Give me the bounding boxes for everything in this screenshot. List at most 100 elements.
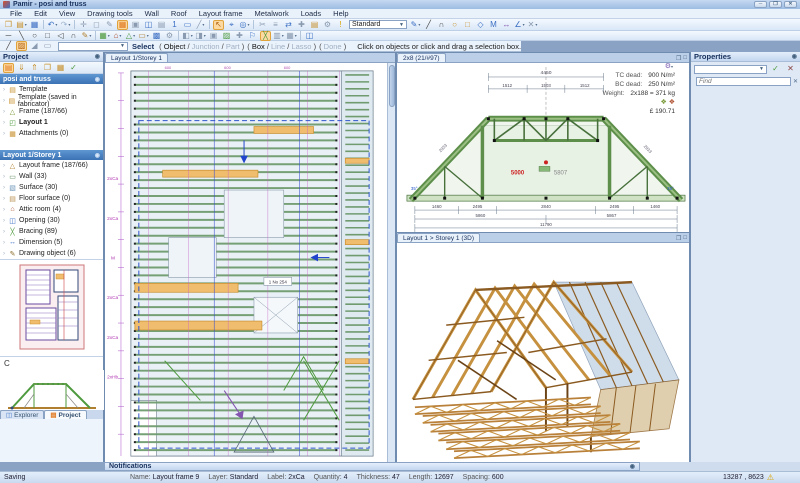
pin-icon[interactable]: ◉ <box>630 463 635 470</box>
tab-3d-view[interactable]: Layout 1 > Storey 1 (3D) <box>397 233 480 242</box>
edit-icon[interactable]: ✎ <box>104 20 115 30</box>
lock-right-icon[interactable]: ◨ ▾ <box>195 31 206 41</box>
section-header-0[interactable]: posi and truss ◉ <box>0 74 103 84</box>
tree-item-template-saved-in-fabricator[interactable]: › ▤ Template (saved in fabricator) <box>0 94 103 108</box>
standard-combo[interactable]: Standard ▼ <box>349 20 407 29</box>
truss-drawing-area[interactable]: 5000 5807 4450 1512 1503 1512 2933 2933 … <box>397 63 689 232</box>
pan-icon[interactable]: ✛ <box>78 20 89 30</box>
float-view-icon[interactable]: ❐ <box>676 55 681 62</box>
draw-circle-icon[interactable]: ○ <box>29 31 40 41</box>
new-template-icon[interactable]: ▤ <box>3 62 14 73</box>
layout-drawing-area[interactable]: 1 No 254 2xCa 2xCa M 2xCa 2xCa 2xHb 600 … <box>105 63 395 462</box>
vertical-scrollbar[interactable] <box>387 63 395 462</box>
prompt-option-object[interactable]: Object <box>164 42 186 51</box>
gear-icon[interactable]: ⚙▾ <box>665 63 673 70</box>
menu-roof[interactable]: Roof <box>165 9 193 18</box>
lamp-icon[interactable]: ! <box>335 20 346 30</box>
wall-tool-icon[interactable]: ▦ ▾ <box>99 31 110 41</box>
plan-thumbnail[interactable] <box>0 260 104 354</box>
close-button[interactable]: ✕ <box>784 1 797 8</box>
collapse-icon[interactable]: ◉ <box>95 76 100 83</box>
move-icon[interactable]: ⇄ <box>283 20 294 30</box>
tree-item-drawing-object-6[interactable]: › ✎ Drawing object (6) <box>0 248 103 259</box>
panel-tool-icon[interactable]: ▩ <box>151 31 162 41</box>
filter-combo[interactable]: ▼ <box>58 41 128 51</box>
arc-tool-icon[interactable]: ∩ <box>436 20 447 30</box>
page-number-icon[interactable]: 1 <box>169 20 180 30</box>
tree-item-frame-187-66[interactable]: › △ Frame (187/66) <box>0 106 103 117</box>
quick-line-icon[interactable]: ╱ <box>3 41 14 51</box>
image-icon[interactable]: ◫ <box>304 31 315 41</box>
list-icon[interactable]: ▦ <box>55 63 66 73</box>
stamp-icon[interactable]: ▣ <box>208 31 219 41</box>
flag-icon[interactable]: ⚐ <box>247 31 258 41</box>
new-document-icon[interactable]: ❒ <box>3 20 14 30</box>
tree-item-attachments-0[interactable]: › ▦ Attachments (0) <box>0 128 103 139</box>
tab-project[interactable]: ▤ Project <box>44 410 87 419</box>
slash-tool-icon[interactable]: ╱ ▾ <box>195 20 206 30</box>
eraser-tool-icon[interactable]: ✕ ▾ <box>527 20 538 30</box>
undo-icon[interactable]: ↶ ▾ <box>47 20 58 30</box>
select-pointer-icon[interactable]: ↖ <box>213 19 224 30</box>
prompt-option-box[interactable]: Box <box>252 42 265 51</box>
snap-icon[interactable]: ⌖ <box>226 20 237 30</box>
cut-icon[interactable]: ✂ <box>257 20 268 30</box>
tab-layout-storey[interactable]: Layout 1/Storey 1 <box>105 53 168 62</box>
tree-item-wall-33[interactable]: › ▭ Wall (33) <box>0 171 103 182</box>
sheet-icon[interactable]: ▤ <box>156 20 167 30</box>
draw-diagonal-icon[interactable]: ╲ <box>16 31 27 41</box>
draw-pen-icon[interactable]: ✎ ▾ <box>81 31 92 41</box>
save-icon[interactable]: ▦ <box>29 20 40 30</box>
menu-loads[interactable]: Loads <box>295 9 327 18</box>
tab-explorer[interactable]: ◫ Explorer <box>0 410 45 419</box>
zoom-icon[interactable]: ◎ ▾ <box>239 20 250 30</box>
monitor-icon[interactable]: ▭ <box>182 20 193 30</box>
draw-rect-icon[interactable]: □ <box>42 31 53 41</box>
beam-tool-icon[interactable]: ▭ ▾ <box>138 31 149 41</box>
bracing-tool-icon[interactable]: ╳ <box>260 30 271 41</box>
picture-icon[interactable]: ◫ <box>143 20 154 30</box>
tree-item-attic-room-4[interactable]: › ⌂ Attic room (4) <box>0 204 103 215</box>
line-tool-icon[interactable]: ╱ <box>423 20 434 30</box>
draw-triangle-icon[interactable]: ◁ <box>55 31 66 41</box>
corner-icon[interactable]: ◢ <box>29 41 40 51</box>
roof-tool-icon[interactable]: ⌂ ▾ <box>112 31 123 41</box>
polygon-tool-icon[interactable]: ◇ <box>475 20 486 30</box>
apply-check-icon[interactable]: ✓ <box>770 64 781 74</box>
zoom-extents-icon[interactable]: ◻ <box>91 20 102 30</box>
angle-tool-icon[interactable]: ∠ ▾ <box>514 20 525 30</box>
tree-item-layout-1[interactable]: › ◰ Layout 1 <box>0 117 103 128</box>
rect-tool-icon[interactable]: □ <box>462 20 473 30</box>
menu-metalwork[interactable]: Metalwork <box>249 9 295 18</box>
section-header-1[interactable]: Layout 1/Storey 1 ◉ <box>0 150 103 160</box>
fill-icon[interactable]: ▨ <box>221 31 232 41</box>
folder-icon[interactable]: ▤ <box>309 20 320 30</box>
export-icon[interactable]: ⇑ <box>29 63 40 73</box>
find-input[interactable] <box>696 77 791 86</box>
clear-search-icon[interactable]: ✕ <box>793 78 798 85</box>
menu-wall[interactable]: Wall <box>139 9 165 18</box>
cancel-icon[interactable]: ✕ <box>785 64 796 74</box>
scrollbar-thumb[interactable] <box>389 65 395 107</box>
cross-icon[interactable]: ✚ <box>234 31 245 41</box>
measure-icon[interactable]: ≡ <box>270 20 281 30</box>
tools-icon[interactable]: ⚙ <box>322 20 333 30</box>
fit-icon[interactable]: ✚ <box>296 20 307 30</box>
menu-help[interactable]: Help <box>327 9 354 18</box>
properties-combo[interactable]: ▼ <box>694 64 767 74</box>
tab-truss-frame[interactable]: 2x8 (21/#97) <box>397 53 446 62</box>
restore-button[interactable]: ❐ <box>769 1 782 8</box>
truss-tool-icon[interactable]: △ ▾ <box>125 31 136 41</box>
check-icon[interactable]: ✓ <box>68 63 79 73</box>
maximize-view-icon[interactable]: □ <box>683 55 687 62</box>
float-view-icon[interactable]: ❐ <box>676 235 681 242</box>
highlight-icon[interactable]: ▨ <box>16 41 27 51</box>
circle-tool-icon[interactable]: ○ <box>449 20 460 30</box>
collapse-icon[interactable]: ◉ <box>95 152 100 159</box>
draw-line-icon[interactable]: ─ <box>3 31 14 41</box>
view-3d-area[interactable] <box>397 243 689 462</box>
pin-icon[interactable]: ◉ <box>95 53 100 60</box>
pen-style-icon[interactable]: ✎ ▾ <box>410 20 421 30</box>
bar-icon[interactable]: ▭ <box>42 41 53 51</box>
menu-drawing-tools[interactable]: Drawing tools <box>81 9 138 18</box>
